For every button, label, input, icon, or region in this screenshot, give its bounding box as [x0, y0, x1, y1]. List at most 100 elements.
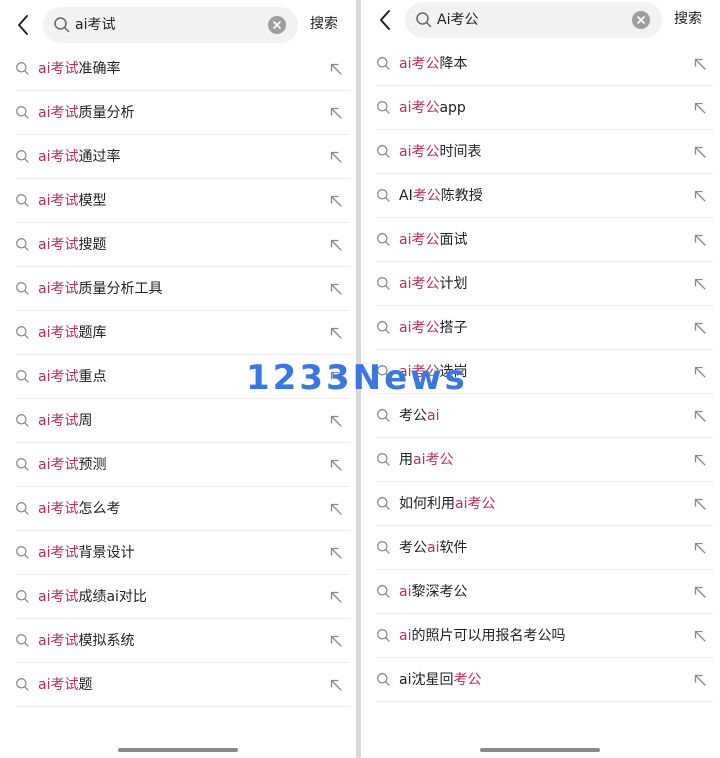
list-item[interactable]: AI考公陈教授 — [361, 174, 720, 218]
list-item[interactable]: 考公ai — [361, 394, 720, 438]
search-icon — [15, 633, 30, 648]
list-item[interactable]: ai考试题库 — [0, 311, 356, 355]
list-item[interactable]: ai考试背景设计 — [0, 531, 356, 575]
suggestion-text: AI考公陈教授 — [399, 186, 483, 206]
search-icon — [15, 105, 30, 120]
suggestion-highlight: ai — [427, 540, 440, 556]
suggestion-text: ai考试预测 — [38, 455, 106, 475]
fill-query-arrow-icon[interactable] — [329, 194, 343, 208]
list-item[interactable]: ai考试质量分析工具 — [0, 267, 356, 311]
list-item[interactable]: ai考试准确率 — [0, 47, 356, 91]
list-item[interactable]: ai考试重点 — [0, 355, 356, 399]
list-item[interactable]: ai考公面试 — [361, 218, 720, 262]
fill-query-arrow-icon[interactable] — [329, 546, 343, 560]
fill-query-arrow-icon[interactable] — [329, 150, 343, 164]
search-input[interactable]: ai考试 — [43, 7, 298, 43]
back-button[interactable] — [12, 12, 34, 38]
list-item[interactable]: ai考公选岗 — [361, 350, 720, 394]
fill-query-arrow-icon[interactable] — [693, 233, 707, 247]
suggestion-text-suffix: 周 — [78, 413, 93, 429]
fill-query-arrow-icon[interactable] — [329, 282, 343, 296]
search-icon — [376, 276, 391, 291]
fill-query-arrow-icon[interactable] — [693, 365, 707, 379]
list-item[interactable]: ai考试模拟系统 — [0, 619, 356, 663]
left-search-panel: ai考试 搜索 ai考试准确率 ai考试质量分析 ai考试通过率 ai考试模型 ai考试… — [0, 0, 356, 758]
list-item[interactable]: ai考试质量分析 — [0, 91, 356, 135]
search-icon — [376, 452, 391, 467]
list-item[interactable]: ai考试题 — [0, 663, 356, 707]
list-item[interactable]: 用ai考公 — [361, 438, 720, 482]
suggestion-text-suffix: 通过率 — [78, 149, 121, 165]
fill-query-arrow-icon[interactable] — [329, 590, 343, 604]
fill-query-arrow-icon[interactable] — [329, 678, 343, 692]
list-item[interactable]: ai考公时间表 — [361, 130, 720, 174]
suggestion-list: ai考公降本 ai考公app ai考公时间表 AI考公陈教授 ai考公面试 ai考公计划 a… — [361, 42, 720, 702]
suggestion-highlight: ai考公 — [455, 496, 496, 512]
search-input[interactable]: Ai考公 — [405, 2, 662, 38]
fill-query-arrow-icon[interactable] — [693, 541, 707, 555]
divider — [16, 706, 350, 707]
suggestion-highlight: ai考公 — [399, 320, 440, 336]
right-search-panel: Ai考公 搜索 ai考公降本 ai考公app ai考公时间表 AI考公陈教授 ai考公面… — [361, 0, 720, 758]
search-icon — [376, 628, 391, 643]
suggestion-highlight: 考公 — [453, 672, 482, 688]
fill-query-arrow-icon[interactable] — [693, 673, 707, 687]
suggestion-text-prefix: 如何利用 — [399, 496, 455, 512]
search-icon — [15, 369, 30, 384]
search-icon — [15, 501, 30, 516]
fill-query-arrow-icon[interactable] — [693, 101, 707, 115]
list-item[interactable]: ai考试搜题 — [0, 223, 356, 267]
list-item[interactable]: ai考试模型 — [0, 179, 356, 223]
list-item[interactable]: 如何利用ai考公 — [361, 482, 720, 526]
suggestion-highlight: 考公 — [412, 188, 441, 204]
list-item[interactable]: ai考试周 — [0, 399, 356, 443]
suggestion-text: 用ai考公 — [399, 450, 453, 470]
suggestion-highlight: ai考试 — [38, 413, 79, 429]
list-item[interactable]: ai考试成绩ai对比 — [0, 575, 356, 619]
list-item[interactable]: ai考试预测 — [0, 443, 356, 487]
list-item[interactable]: ai的照片可以用报名考公吗 — [361, 614, 720, 658]
list-item[interactable]: ai考公计划 — [361, 262, 720, 306]
clear-icon[interactable] — [268, 16, 286, 34]
list-item[interactable]: ai考试通过率 — [0, 135, 356, 179]
divider — [377, 701, 714, 702]
fill-query-arrow-icon[interactable] — [329, 502, 343, 516]
fill-query-arrow-icon[interactable] — [329, 458, 343, 472]
fill-query-arrow-icon[interactable] — [693, 321, 707, 335]
fill-query-arrow-icon[interactable] — [329, 634, 343, 648]
fill-query-arrow-icon[interactable] — [693, 145, 707, 159]
suggestion-text: 如何利用ai考公 — [399, 494, 495, 514]
fill-query-arrow-icon[interactable] — [329, 326, 343, 340]
clear-icon[interactable] — [632, 11, 650, 29]
fill-query-arrow-icon[interactable] — [693, 497, 707, 511]
fill-query-arrow-icon[interactable] — [329, 62, 343, 76]
list-item[interactable]: ai考公降本 — [361, 42, 720, 86]
back-button[interactable] — [374, 7, 396, 33]
suggestion-text: ai考试准确率 — [38, 59, 120, 79]
fill-query-arrow-icon[interactable] — [329, 370, 343, 384]
fill-query-arrow-icon[interactable] — [693, 585, 707, 599]
fill-query-arrow-icon[interactable] — [693, 57, 707, 71]
fill-query-arrow-icon[interactable] — [693, 453, 707, 467]
home-indicator[interactable] — [480, 748, 600, 752]
suggestion-text-suffix: 背景设计 — [78, 545, 135, 561]
list-item[interactable]: 考公ai软件 — [361, 526, 720, 570]
suggestion-highlight: ai — [399, 584, 412, 600]
search-button[interactable]: 搜索 — [310, 14, 338, 34]
search-button[interactable]: 搜索 — [674, 9, 702, 29]
fill-query-arrow-icon[interactable] — [329, 238, 343, 252]
fill-query-arrow-icon[interactable] — [693, 189, 707, 203]
fill-query-arrow-icon[interactable] — [693, 277, 707, 291]
list-item[interactable]: ai考公app — [361, 86, 720, 130]
search-icon — [15, 589, 30, 604]
suggestion-highlight: ai考公 — [399, 364, 440, 380]
list-item[interactable]: ai考公搭子 — [361, 306, 720, 350]
fill-query-arrow-icon[interactable] — [329, 414, 343, 428]
fill-query-arrow-icon[interactable] — [329, 106, 343, 120]
fill-query-arrow-icon[interactable] — [693, 409, 707, 423]
list-item[interactable]: ai黎深考公 — [361, 570, 720, 614]
list-item[interactable]: ai沈星回考公 — [361, 658, 720, 702]
list-item[interactable]: ai考试怎么考 — [0, 487, 356, 531]
home-indicator[interactable] — [118, 748, 238, 752]
fill-query-arrow-icon[interactable] — [693, 629, 707, 643]
